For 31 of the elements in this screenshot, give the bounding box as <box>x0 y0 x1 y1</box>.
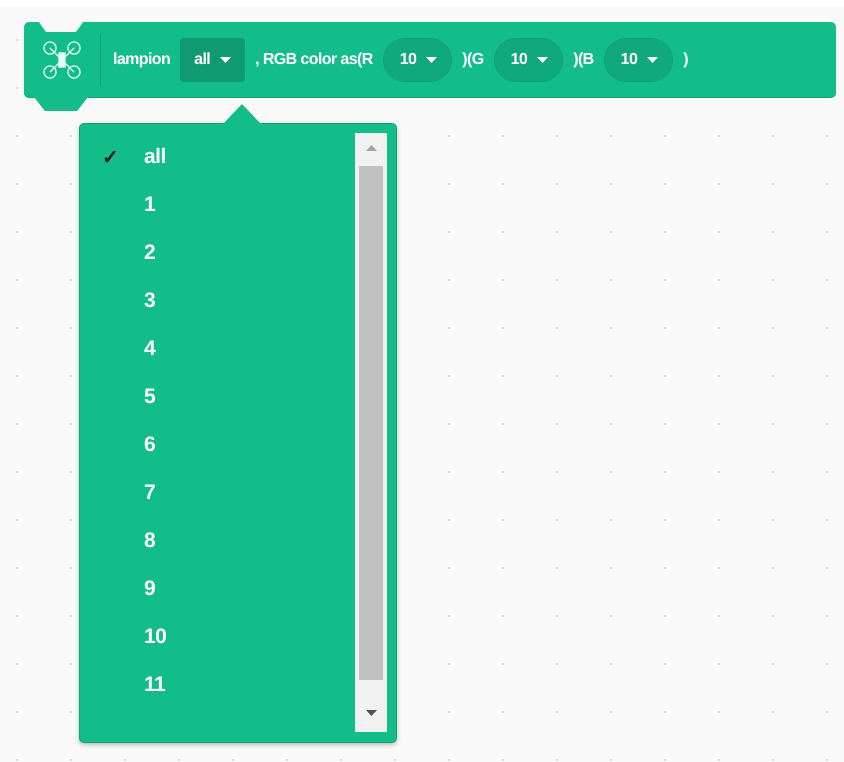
menu-item[interactable]: 1 <box>144 193 156 217</box>
scrollbar-thumb[interactable] <box>359 166 383 680</box>
menu-item[interactable]: 4 <box>144 337 156 361</box>
caret-icon <box>220 56 232 62</box>
value-dropdown[interactable]: 10 <box>494 38 564 82</box>
menu-item[interactable]: 10 <box>144 625 166 649</box>
caret-icon <box>647 56 658 62</box>
block-text: , RGB color as(R <box>255 50 373 68</box>
drone-icon <box>41 38 83 80</box>
caret-icon <box>537 56 548 62</box>
target-dropdown[interactable]: all <box>180 38 246 82</box>
check-mark: ✓ <box>102 146 120 170</box>
menu-item[interactable]: 3 <box>144 289 156 313</box>
value-dropdown[interactable]: 10 <box>382 38 452 82</box>
caret-icon <box>426 56 438 62</box>
menu-item[interactable]: 2 <box>144 241 156 265</box>
block-label: lampion <box>113 50 170 68</box>
menu-item[interactable]: 7 <box>144 481 156 505</box>
menu-item[interactable]: 11 <box>144 673 166 697</box>
value-dropdown[interactable]: 10 <box>604 38 674 82</box>
menu-item[interactable]: all <box>144 145 166 169</box>
menu-item[interactable]: 9 <box>144 577 156 601</box>
scroll-down-icon[interactable] <box>366 710 376 716</box>
menu-item[interactable]: 6 <box>144 433 156 457</box>
block-text: )(B <box>573 50 594 68</box>
scroll-up-icon[interactable] <box>366 145 376 151</box>
menu-item[interactable]: 8 <box>144 529 156 553</box>
block-text: )(G <box>462 50 484 68</box>
block-text: ) <box>683 50 688 68</box>
menu-item[interactable]: 5 <box>144 385 156 409</box>
scrollbar[interactable] <box>355 133 387 732</box>
